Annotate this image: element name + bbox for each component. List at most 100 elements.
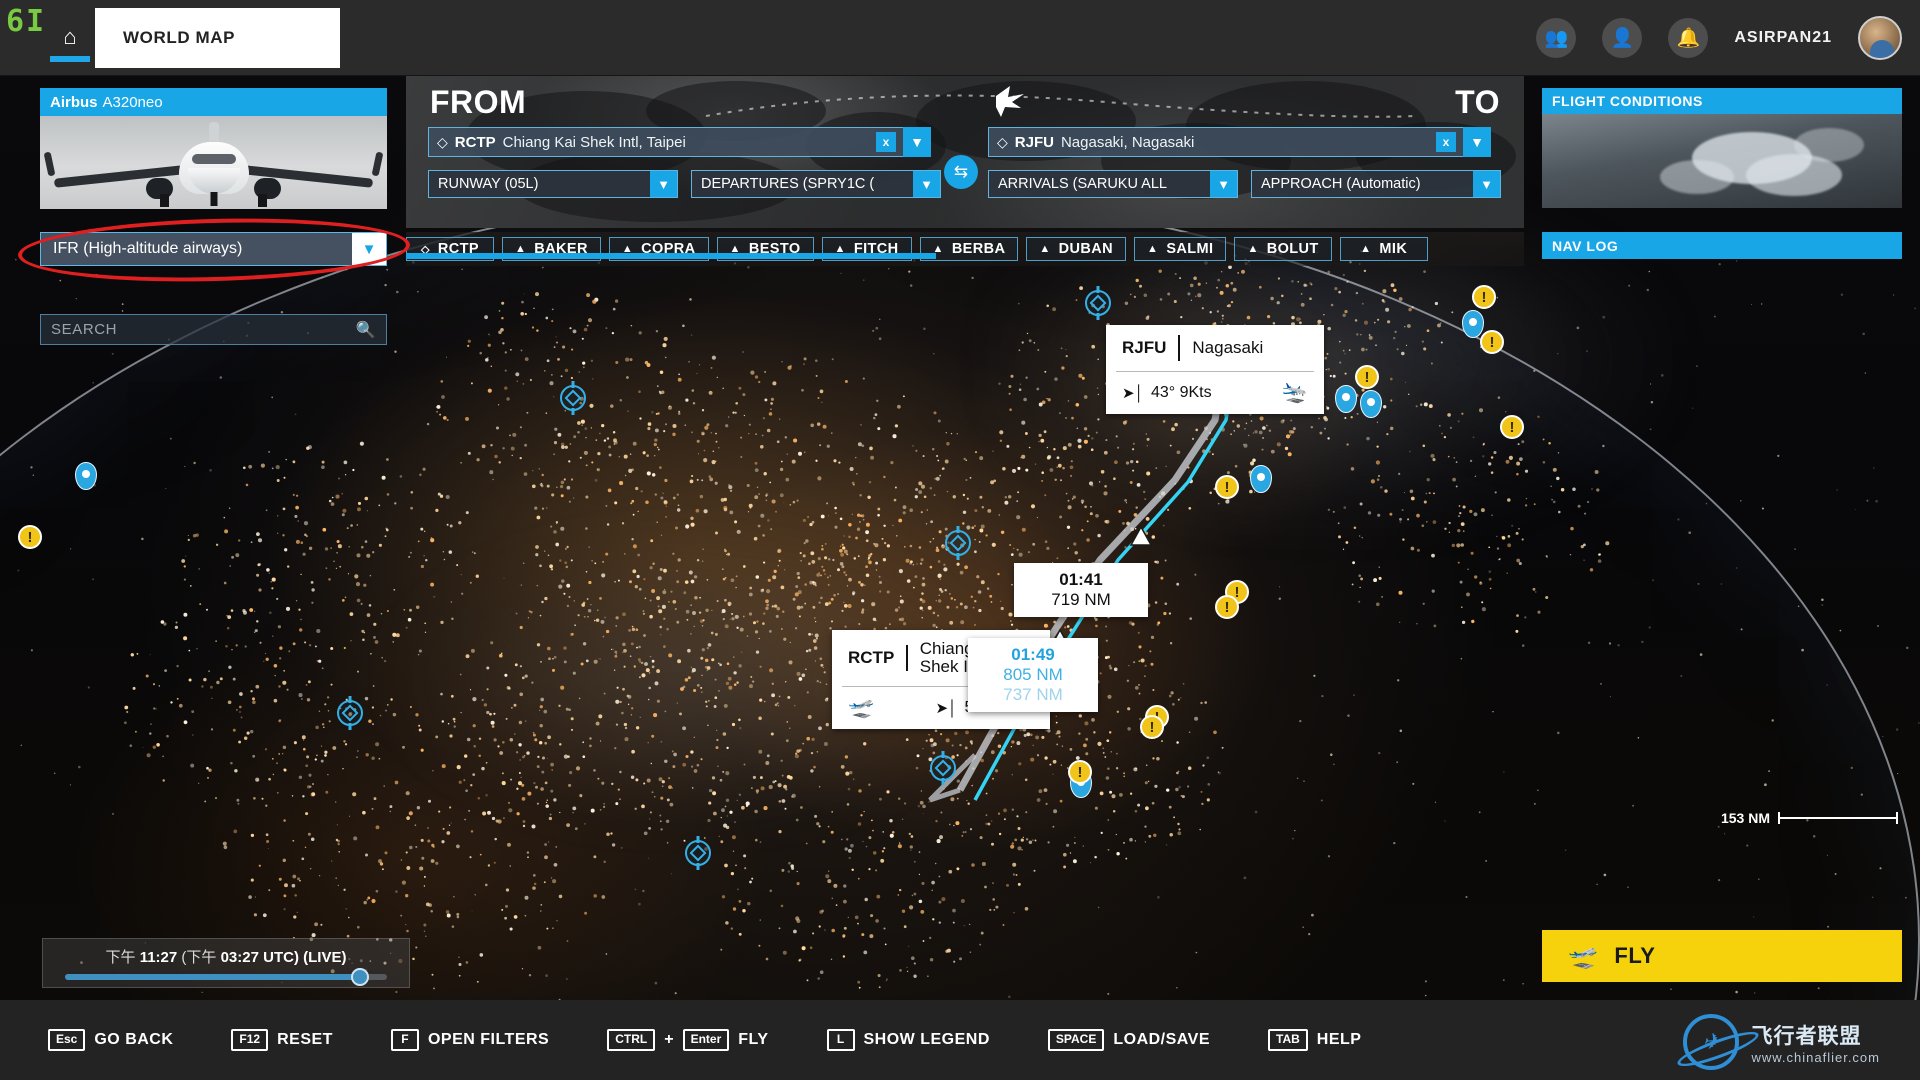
keyboard-hint[interactable]: F OPEN FILTERS — [390, 1029, 549, 1051]
search-input[interactable]: SEARCH 🔍 — [40, 314, 387, 345]
keyboard-hint[interactable]: CTRL + Enter FLY — [607, 1029, 768, 1051]
poi-airport[interactable] — [685, 840, 711, 866]
avatar[interactable] — [1858, 16, 1902, 60]
time-of-day-slider[interactable]: 下午 11:27 (下午 03:27 UTC) (LIVE) — [42, 938, 410, 988]
waypoint-chip[interactable]: ▲ MIK — [1339, 237, 1428, 261]
approach-select[interactable]: APPROACH (Automatic) ▼ — [1251, 170, 1501, 198]
chevron-down-icon[interactable]: ▼ — [1210, 171, 1237, 197]
poi-pin[interactable] — [75, 462, 97, 490]
poi-warning[interactable]: ! — [1068, 760, 1092, 784]
swap-arrows-icon: ⇆ — [953, 162, 969, 181]
poi-warning[interactable]: ! — [1140, 715, 1164, 739]
friends-icon[interactable]: 👥 — [1536, 18, 1577, 58]
departure-airport-field[interactable]: ◇ RCTP Chiang Kai Shek Intl, Taipei — [428, 127, 912, 157]
keyboard-hint[interactable]: L SHOW LEGEND — [826, 1029, 990, 1051]
key-cap: TAB — [1268, 1029, 1308, 1051]
flight-conditions-panel[interactable]: FLIGHT CONDITIONS — [1542, 88, 1902, 208]
nav-log-panel[interactable]: NAV LOG — [1542, 232, 1902, 259]
poi-warning[interactable]: ! — [1355, 365, 1379, 389]
arrival-icao: RJFU — [1014, 133, 1054, 151]
destination-airport-tooltip[interactable]: RJFU Nagasaki ➤│ 43° 9Kts 🛬 — [1106, 325, 1324, 414]
tooltip-icao: RJFU — [1122, 338, 1167, 357]
keyboard-hint[interactable]: TAB HELP — [1268, 1029, 1361, 1051]
clear-departure-button[interactable]: x — [876, 132, 896, 152]
weather-thumbnail — [1542, 114, 1902, 208]
departures-select[interactable]: DEPARTURES (SPRY1C ( ▼ — [691, 170, 941, 198]
home-tab-button[interactable]: ⌂ — [40, 26, 100, 74]
poi-pin[interactable] — [1360, 390, 1382, 418]
time-slider-track[interactable] — [65, 968, 387, 986]
key-cap: CTRL — [607, 1029, 656, 1051]
time-prefix: 下午 — [105, 949, 136, 966]
airport-diamond-icon: ◇ — [997, 133, 1008, 150]
approach-value: APPROACH (Automatic) — [1261, 176, 1421, 192]
poi-warning[interactable]: ! — [1472, 285, 1496, 309]
departure-dropdown-button[interactable]: ▼ — [903, 127, 931, 157]
poi-warning[interactable]: ! — [1500, 415, 1524, 439]
poi-warning[interactable]: ! — [1215, 475, 1239, 499]
waypoint-chip[interactable]: ▲ SALMI — [1134, 237, 1227, 261]
leg-time: 01:41 — [1059, 570, 1103, 589]
search-icon[interactable]: 🔍 — [355, 320, 376, 340]
notifications-icon[interactable]: 🔔 — [1668, 18, 1709, 58]
swap-airports-button[interactable]: ⇆ — [944, 155, 978, 189]
runway-select[interactable]: RUNWAY (05L) ▼ — [428, 170, 678, 198]
nav-log-title: NAV LOG — [1552, 237, 1619, 254]
hint-label: GO BACK — [94, 1031, 174, 1048]
poi-pin[interactable] — [1335, 385, 1357, 413]
poi-pin[interactable] — [1462, 310, 1484, 338]
scale-value: 153 NM — [1720, 810, 1770, 826]
chevron-down-icon: ▼ — [1470, 134, 1484, 150]
profile-icon[interactable]: 👤 — [1602, 18, 1643, 58]
waypoint-strip[interactable]: ◇ RCTP ▲ BAKER ▲ COPRA ▲ BESTO ▲ FITCH ▲ BERBA ▲ DUBA… — [406, 232, 1524, 266]
utc-time: 03:27 UTC) — [220, 949, 299, 966]
waypoint-label: DUBAN — [1058, 241, 1114, 257]
clear-arrival-button[interactable]: x — [1436, 132, 1456, 152]
poi-airport[interactable] — [337, 700, 363, 726]
tooltip-header: RJFU Nagasaki — [1106, 325, 1324, 371]
waypoint-triangle-icon: ▲ — [1039, 243, 1051, 255]
keyboard-hint[interactable]: Esc GO BACK — [48, 1029, 174, 1051]
chevron-down-icon[interactable]: ▼ — [913, 171, 940, 197]
arrival-airport-field[interactable]: ◇ RJFU Nagasaki, Nagasaki — [988, 127, 1472, 157]
aircraft-brand: Airbus — [50, 93, 98, 111]
time-slider-fill — [65, 968, 369, 986]
wind-readout: ➤│ 43° 9Kts — [1122, 384, 1212, 402]
fly-button-label: FLY — [1614, 943, 1656, 968]
wind-value: 43° 9Kts — [1150, 384, 1212, 401]
waypoint-triangle-icon: ▲ — [1147, 243, 1159, 255]
aircraft-card[interactable]: Airbus A320neo — [40, 88, 387, 209]
fly-button[interactable]: 🛫 FLY — [1542, 930, 1902, 982]
poi-airport[interactable] — [560, 385, 586, 411]
waypoint-chip[interactable]: ▲ DUBAN — [1026, 237, 1127, 261]
close-icon: x — [1442, 135, 1450, 149]
keyboard-hint[interactable]: SPACE LOAD/SAVE — [1047, 1029, 1210, 1051]
total-time: 01:49 — [1011, 645, 1055, 664]
arrivals-select[interactable]: ARRIVALS (SARUKU ALL ▼ — [988, 170, 1238, 198]
aircraft-model: A320neo — [102, 93, 163, 111]
poi-warning[interactable]: ! — [18, 525, 42, 549]
route-selection-panel: FROM TO ◇ RCTP Chiang Kai Shek Intl, Tai… — [406, 76, 1524, 228]
chevron-down-icon[interactable]: ▼ — [650, 171, 677, 197]
poi-pin[interactable] — [1250, 465, 1272, 493]
waypoint-chip[interactable]: ▲ BOLUT — [1234, 237, 1332, 261]
keyboard-hint[interactable]: F12 RESET — [231, 1029, 333, 1051]
tab-world-map[interactable]: WORLD MAP — [95, 8, 340, 68]
search-placeholder: SEARCH — [51, 321, 118, 338]
active-tab-indicator — [50, 56, 90, 62]
poi-airport[interactable] — [945, 530, 971, 556]
poi-airport[interactable] — [930, 755, 956, 781]
chevron-down-icon[interactable]: ▼ — [1473, 171, 1500, 197]
windsock-icon: ➤│ — [1122, 385, 1144, 402]
total-distance-alt: 737 NM — [1003, 685, 1063, 704]
arrival-dropdown-button[interactable]: ▼ — [1463, 127, 1491, 157]
chevron-down-icon[interactable]: ▼ — [352, 233, 386, 265]
poi-warning[interactable]: ! — [1215, 595, 1239, 619]
time-slider-handle[interactable] — [351, 968, 369, 986]
flight-rules-select[interactable]: IFR (High-altitude airways) ▼ — [40, 232, 387, 266]
scale-ruler — [1778, 812, 1898, 824]
airport-diamond-icon: ◇ — [437, 133, 448, 150]
username-label: ASIRPAN21 — [1734, 29, 1832, 46]
poi-airport[interactable] — [1085, 290, 1111, 316]
tab-world-map-label: WORLD MAP — [123, 28, 236, 47]
